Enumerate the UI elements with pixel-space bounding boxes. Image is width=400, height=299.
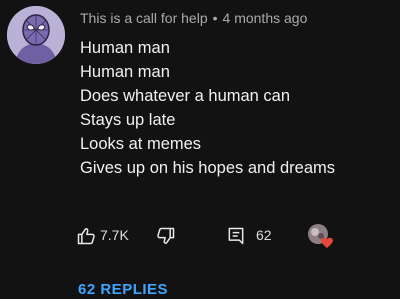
view-replies-link[interactable]: 62 REPLIES: [78, 281, 168, 298]
reply-button[interactable]: [226, 222, 246, 250]
comment-timestamp[interactable]: 4 months ago: [223, 10, 308, 26]
comment-thread: This is a call for help • 4 months ago Hum…: [0, 0, 400, 299]
thumbs-down-icon: [157, 227, 175, 244]
comment-meta: This is a call for help • 4 months ago: [80, 10, 307, 26]
dislike-button[interactable]: [156, 222, 176, 250]
avatar-spiderman-icon: [7, 6, 65, 64]
reply-count: 62: [256, 227, 272, 243]
comment-line: Human man: [80, 39, 170, 57]
comment-line: Gives up on his hopes and dreams: [80, 159, 335, 177]
creator-heart-icon: [308, 224, 333, 248]
comment-line: Does whatever a human can: [80, 87, 291, 105]
creator-heart-badge: [305, 222, 335, 250]
meta-separator: •: [212, 10, 218, 26]
like-count: 7.7K: [100, 227, 129, 243]
like-button[interactable]: [76, 222, 96, 250]
comment-line: Human man: [80, 63, 170, 81]
thumbs-up-icon: [77, 228, 95, 245]
commenter-avatar[interactable]: [7, 6, 65, 64]
comment-author[interactable]: This is a call for help: [80, 10, 208, 26]
comment-actions: 7.7K 62: [76, 222, 376, 250]
comment-body: Human man Human man Does whatever a huma…: [80, 36, 335, 180]
comment-line: Stays up late: [80, 111, 176, 129]
reply-comment-icon: [228, 227, 244, 245]
comment-line: Looks at memes: [80, 135, 202, 153]
